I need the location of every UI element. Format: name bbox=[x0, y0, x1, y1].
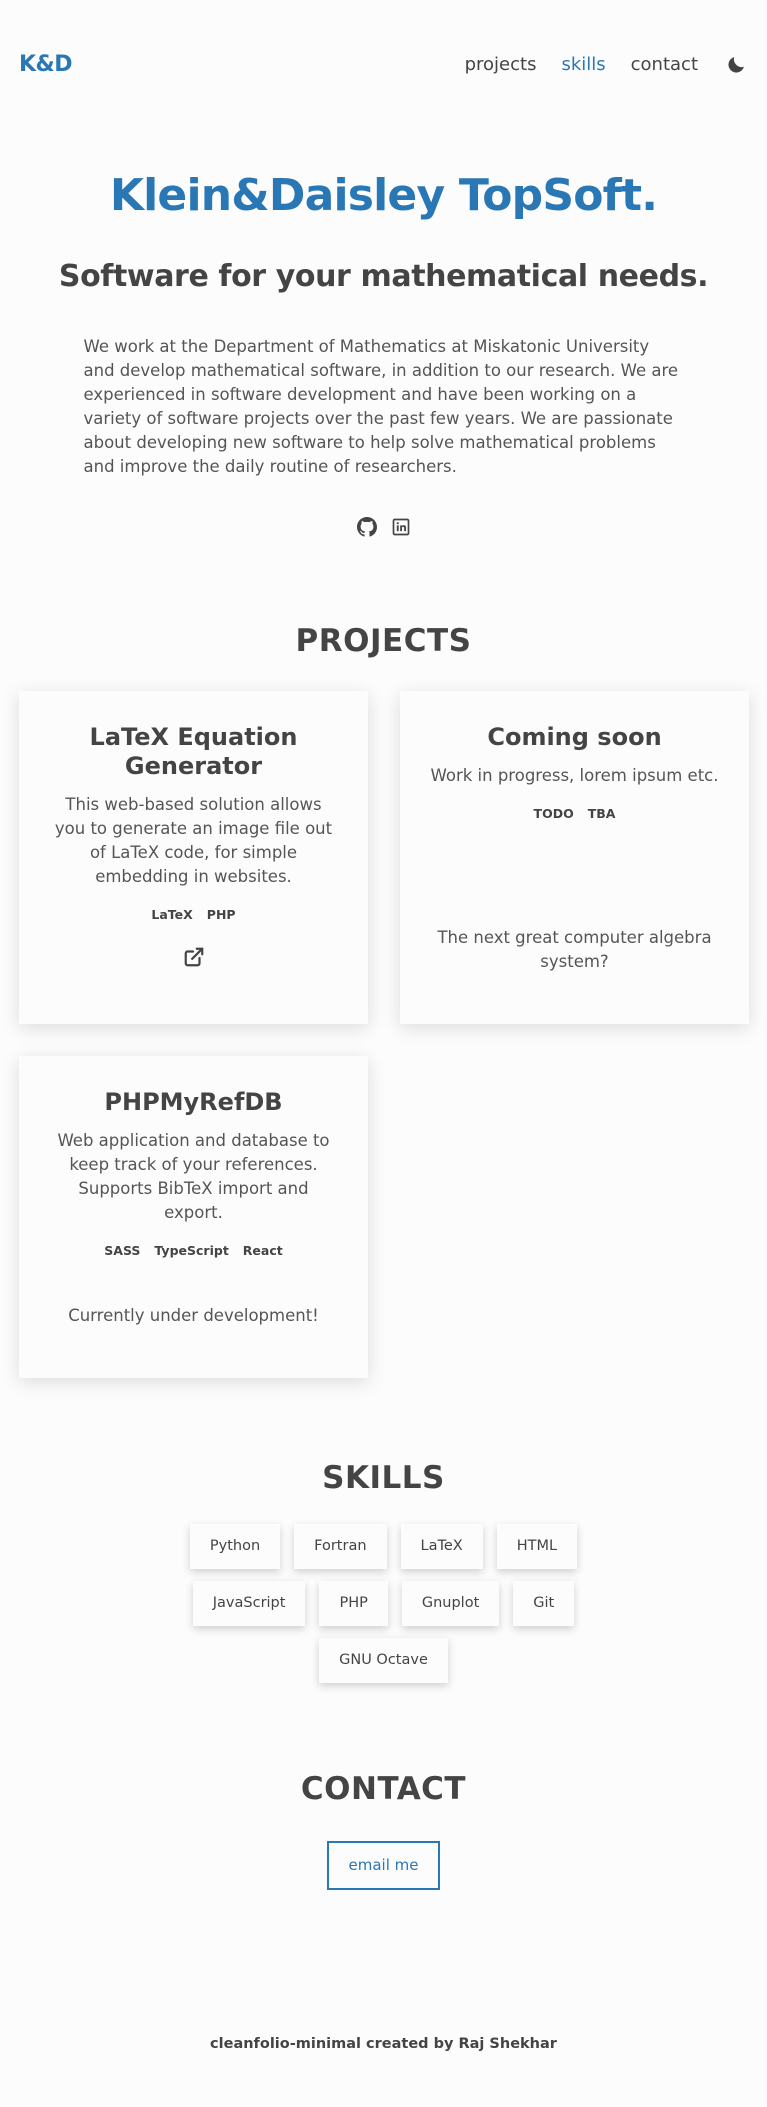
contact-title: CONTACT bbox=[300, 1770, 467, 1807]
main-nav: projects skills contact bbox=[440, 52, 748, 76]
skill-item: LaTeX bbox=[400, 1523, 483, 1569]
project-title: PHPMyRefDB bbox=[104, 1087, 283, 1116]
hero-subtitle: Software for your mathematical needs. bbox=[58, 259, 709, 295]
project-grid: LaTeX Equation Generator This web-based … bbox=[0, 690, 767, 1378]
nav-link-skills[interactable]: skills bbox=[561, 54, 605, 75]
theme-toggle-button[interactable] bbox=[724, 52, 748, 76]
project-description: Web application and database to keep tra… bbox=[57, 1130, 330, 1222]
social-links bbox=[0, 516, 767, 537]
hero-description: We work at the Department of Mathematics… bbox=[83, 336, 679, 476]
project-stack: TODO TBA bbox=[534, 806, 616, 821]
project-card-phpmyrefdb: PHPMyRefDB Web application and database … bbox=[19, 1055, 368, 1378]
skill-item: GNU Octave bbox=[319, 1637, 448, 1683]
project-stack: SASS TypeScript React bbox=[104, 1243, 282, 1258]
skill-item: Gnuplot bbox=[401, 1580, 500, 1626]
skill-item: Fortran bbox=[294, 1523, 387, 1569]
github-icon bbox=[356, 516, 377, 537]
projects-title: PROJECTS bbox=[295, 622, 472, 659]
skill-item: JavaScript bbox=[192, 1580, 306, 1626]
skill-item: HTML bbox=[496, 1523, 578, 1569]
stack-item: SASS bbox=[104, 1242, 141, 1258]
skills-title: SKILLS bbox=[322, 1459, 445, 1496]
site-header: K&D projects skills contact bbox=[0, 0, 767, 128]
github-link[interactable] bbox=[356, 516, 377, 537]
external-link-icon bbox=[184, 947, 203, 967]
project-live-link[interactable] bbox=[183, 946, 205, 968]
stack-item: PHP bbox=[206, 906, 236, 922]
nav-link-projects[interactable]: projects bbox=[465, 54, 537, 75]
project-title: LaTeX Equation Generator bbox=[89, 722, 298, 780]
linkedin-icon bbox=[392, 518, 409, 536]
stack-item: TBA bbox=[587, 805, 616, 821]
linkedin-link[interactable] bbox=[391, 517, 411, 537]
footer-credit-link[interactable]: cleanfolio-minimal created by Raj Shekha… bbox=[210, 2036, 557, 2052]
moon-icon bbox=[727, 56, 744, 73]
skills-section: SKILLS Python Fortran LaTeX HTML JavaScr… bbox=[0, 1460, 767, 1683]
email-button[interactable]: email me bbox=[326, 1840, 441, 1890]
logo-link[interactable]: K&D bbox=[19, 52, 73, 77]
skill-item: PHP bbox=[319, 1580, 388, 1626]
project-footer-text: Currently under development! bbox=[68, 1305, 319, 1325]
project-footer-text: The next great computer algebra system? bbox=[437, 927, 712, 971]
skill-item: Python bbox=[189, 1523, 281, 1569]
stack-item: React bbox=[242, 1242, 283, 1258]
nav-link-contact[interactable]: contact bbox=[631, 54, 698, 75]
stack-item: LaTeX bbox=[151, 906, 193, 922]
site-footer: cleanfolio-minimal created by Raj Shekha… bbox=[0, 2036, 767, 2052]
project-stack: LaTeX PHP bbox=[151, 907, 235, 922]
stack-item: TODO bbox=[533, 805, 574, 821]
project-description: This web-based solution allows you to ge… bbox=[54, 794, 333, 886]
hero-title: Klein&Daisley TopSoft. bbox=[109, 170, 658, 221]
skill-list: Python Fortran LaTeX HTML JavaScript PHP… bbox=[169, 1523, 599, 1683]
page: K&D projects skills contact Klein&Daisle… bbox=[0, 0, 767, 2107]
project-card-latex-equation-generator: LaTeX Equation Generator This web-based … bbox=[19, 690, 368, 1024]
project-card-coming-soon: Coming soon Work in progress, lorem ipsu… bbox=[400, 690, 749, 1024]
projects-section: PROJECTS LaTeX Equation Generator This w… bbox=[0, 623, 767, 1378]
project-title: Coming soon bbox=[487, 722, 662, 751]
about-section: Klein&Daisley TopSoft. Software for your… bbox=[0, 170, 767, 537]
project-description: Work in progress, lorem ipsum etc. bbox=[430, 765, 719, 785]
stack-item: TypeScript bbox=[154, 1242, 229, 1258]
contact-section: CONTACT email me bbox=[0, 1771, 767, 1890]
skill-item: Git bbox=[513, 1580, 575, 1626]
